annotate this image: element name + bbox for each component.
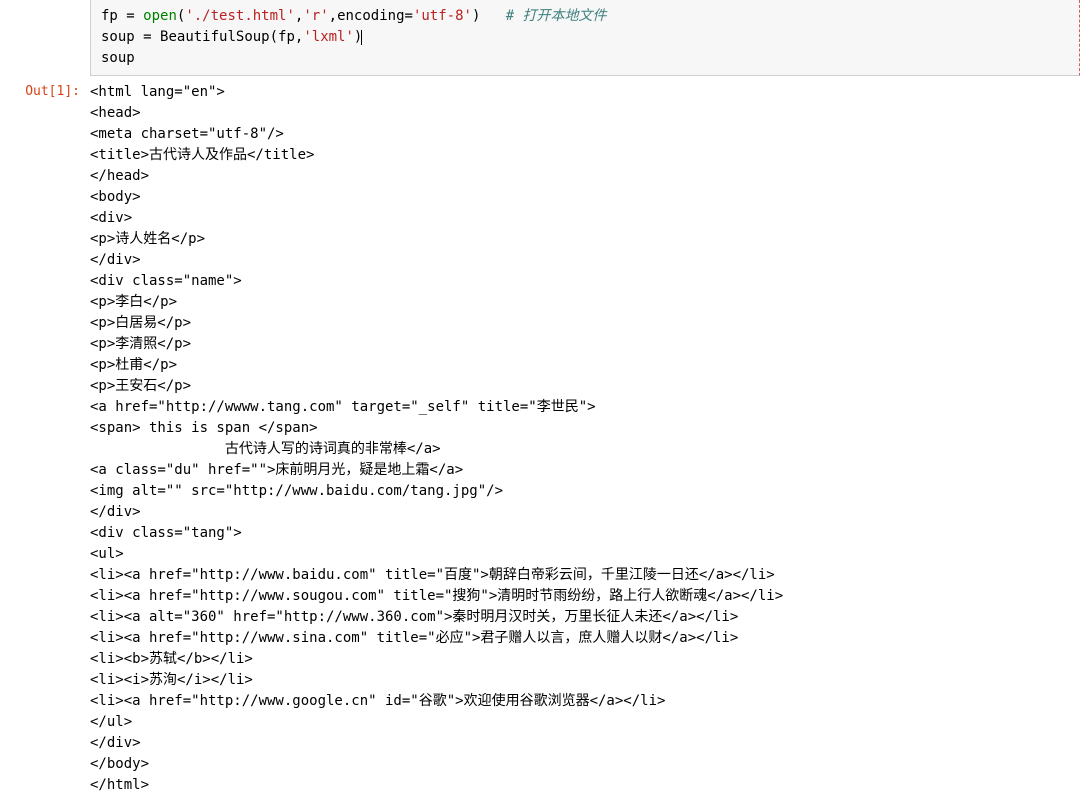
text-cursor bbox=[361, 30, 362, 45]
code-token: './test.html' bbox=[185, 8, 295, 24]
code-token: encoding bbox=[337, 8, 404, 24]
code-token bbox=[135, 8, 143, 24]
code-token: soup bbox=[101, 29, 143, 45]
input-prompt bbox=[0, 0, 90, 6]
code-token: 'utf-8' bbox=[413, 8, 472, 24]
code-token: 'r' bbox=[303, 8, 328, 24]
code-token: ( bbox=[270, 29, 278, 45]
code-token: fp bbox=[278, 29, 295, 45]
code-token: 'lxml' bbox=[303, 29, 354, 45]
output-cell-row: Out[1]: <html lang="en"> <head> <meta ch… bbox=[0, 76, 1080, 802]
code-comment: # 打开本地文件 bbox=[506, 8, 607, 24]
code-token: fp bbox=[101, 8, 126, 24]
input-cell-row: fp = open('./test.html','r',encoding='ut… bbox=[0, 0, 1080, 76]
code-token bbox=[152, 29, 160, 45]
code-token: soup bbox=[101, 50, 135, 66]
code-token: BeautifulSoup bbox=[160, 29, 270, 45]
output-prompt: Out[1]: bbox=[0, 76, 90, 102]
code-token: = bbox=[126, 8, 134, 24]
output-area: <html lang="en"> <head> <meta charset="u… bbox=[90, 76, 1080, 802]
code-input-area[interactable]: fp = open('./test.html','r',encoding='ut… bbox=[90, 0, 1080, 76]
notebook: fp = open('./test.html','r',encoding='ut… bbox=[0, 0, 1080, 802]
code-token: = bbox=[143, 29, 151, 45]
code-token: ) bbox=[472, 8, 506, 24]
code-token: open bbox=[143, 8, 177, 24]
code-token: , bbox=[329, 8, 337, 24]
code-token: = bbox=[405, 8, 413, 24]
